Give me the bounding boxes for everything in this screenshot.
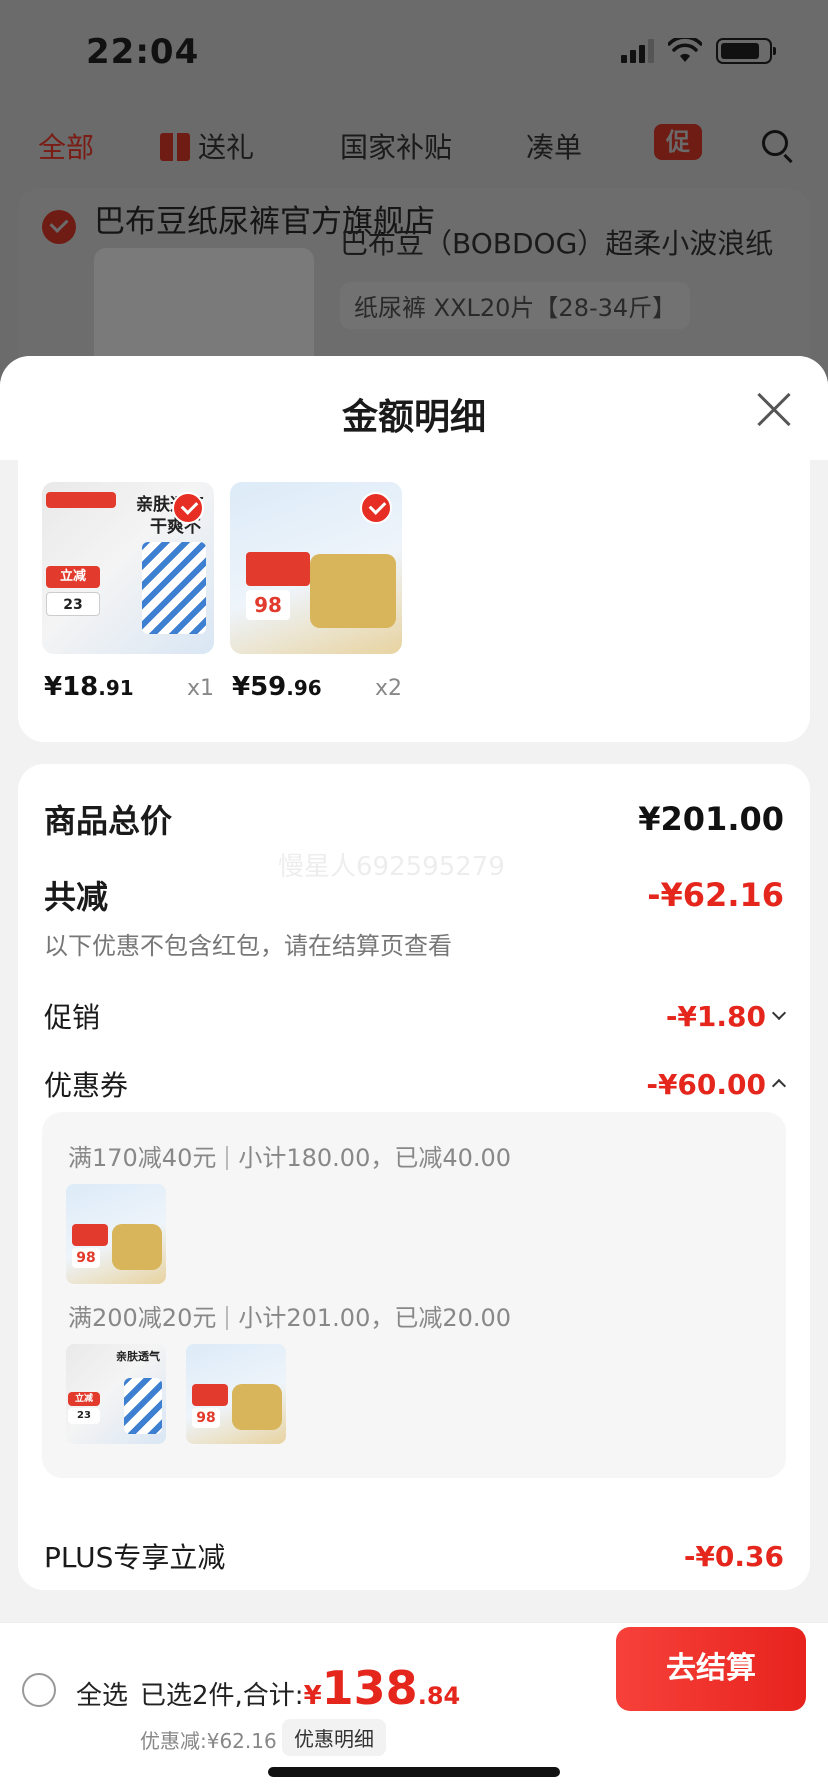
select-all-label[interactable]: 全选 [76, 1675, 128, 1712]
discount-total-row: 共减 -¥62.16 [44, 872, 784, 918]
search-icon[interactable] [762, 130, 788, 156]
chevron-up-icon[interactable] [771, 1078, 787, 1094]
plus-discount-value: -¥0.36 [683, 1539, 784, 1573]
coupon-value: -¥60.00 [646, 1067, 766, 1101]
product-qty: x2 [374, 676, 402, 701]
sheet-header: 金额明细 [0, 356, 828, 460]
selected-summary: 已选2件,合计: ¥ 138 .84 [140, 1661, 460, 1715]
price-detail-card: 慢星人692595279 商品总价 ¥201.00 共减 -¥62.16 以下优… [18, 764, 810, 1590]
status-icons [621, 38, 776, 64]
subtotal-label: 商品总价 [44, 802, 173, 840]
sheet-title: 金额明细 [341, 397, 486, 438]
promotion-value: -¥1.80 [665, 999, 766, 1033]
category-tabs: 全部 送礼 国家补贴 凑单 [0, 110, 828, 188]
select-all-radio[interactable] [22, 1673, 56, 1707]
coupon-detail-box: 满170减40元 小计180.00，已减40.00 98 满200减20元 小计20… [42, 1112, 786, 1478]
discount-detail-button[interactable]: 优惠明细 [282, 1719, 386, 1756]
coupon-rule: 满170减40元 小计180.00，已减40.00 [68, 1144, 512, 1172]
check-icon[interactable] [360, 492, 392, 524]
tab-subsidy[interactable]: 国家补贴 [340, 126, 452, 166]
product-price: ¥59.96 [232, 672, 322, 702]
discount-total-value: -¥62.16 [647, 876, 784, 914]
cellular-signal-icon [621, 39, 654, 63]
subtotal-row: 商品总价 ¥201.00 [44, 796, 784, 842]
coupon-label: 优惠券 [44, 1069, 129, 1102]
close-icon[interactable] [756, 392, 792, 428]
status-time: 22:04 [86, 32, 200, 72]
product-spec[interactable]: 纸尿裤 XXL20片【28-34斤】 [340, 282, 691, 329]
promo-badge[interactable]: 促 [654, 124, 702, 160]
coupon-product-thumbnail[interactable]: 98 [66, 1184, 166, 1284]
subtotal-value: ¥201.00 [638, 800, 784, 838]
plus-discount-label: PLUS专享立减 [44, 1541, 226, 1574]
product-item[interactable]: 亲肤透气 干爽不闷 立减 23 ¥18.91 x1 [42, 482, 214, 702]
status-bar: 22:04 [0, 0, 828, 110]
promotion-row[interactable]: 促销 -¥1.80 [44, 996, 787, 1036]
product-price: ¥18.91 [44, 672, 134, 702]
discount-total-label: 共减 [44, 878, 109, 916]
total-amount: ¥ 138 .84 [303, 1661, 461, 1715]
tab-all[interactable]: 全部 [38, 126, 94, 166]
saved-amount: 优惠减:¥62.16 [140, 1729, 277, 1753]
product-title[interactable]: 巴布豆（BOBDOG）超柔小波浪纸 [340, 222, 773, 262]
home-indicator [268, 1767, 560, 1777]
checkout-button[interactable]: 去结算 [616, 1627, 806, 1711]
store-check-icon[interactable] [42, 210, 76, 244]
chevron-down-icon[interactable] [771, 1005, 787, 1021]
coupon-row[interactable]: 优惠券 -¥60.00 [44, 1064, 787, 1104]
tab-bundle[interactable]: 凑单 [526, 126, 582, 166]
coupon-product-thumbnail[interactable]: 亲肤透气 立减 23 [66, 1344, 166, 1444]
promotion-label: 促销 [44, 1001, 101, 1034]
coupon-rule: 满200减20元 小计201.00，已减20.00 [68, 1304, 512, 1332]
product-image[interactable]: 亲肤透气 干爽不闷 立减 23 [42, 482, 214, 654]
battery-icon [716, 38, 776, 64]
product-image[interactable]: 98 [230, 482, 402, 654]
selected-count: 已选2件,合计: [140, 1681, 304, 1711]
check-icon[interactable] [172, 492, 204, 524]
coupon-product-thumbnail[interactable]: 98 [186, 1344, 286, 1444]
product-qty: x1 [186, 676, 214, 701]
wifi-icon [668, 38, 702, 62]
discount-note: 以下优惠不包含红包，请在结算页查看 [44, 932, 452, 960]
gift-icon [160, 133, 190, 161]
selected-products-card: 亲肤透气 干爽不闷 立减 23 ¥18.91 x1 98 ¥59.96 x2 [18, 460, 810, 742]
checkout-bar: 全选 已选2件,合计: ¥ 138 .84 优惠减:¥62.16 优惠明细 去结… [0, 1622, 828, 1792]
amount-detail-sheet: 金额明细 亲肤透气 干爽不闷 立减 23 ¥18.91 x1 98 [0, 356, 828, 1622]
product-item[interactable]: 98 ¥59.96 x2 [230, 482, 402, 702]
tab-gift[interactable]: 送礼 [160, 126, 254, 166]
plus-discount-row: PLUS专享立减 -¥0.36 [44, 1536, 784, 1576]
